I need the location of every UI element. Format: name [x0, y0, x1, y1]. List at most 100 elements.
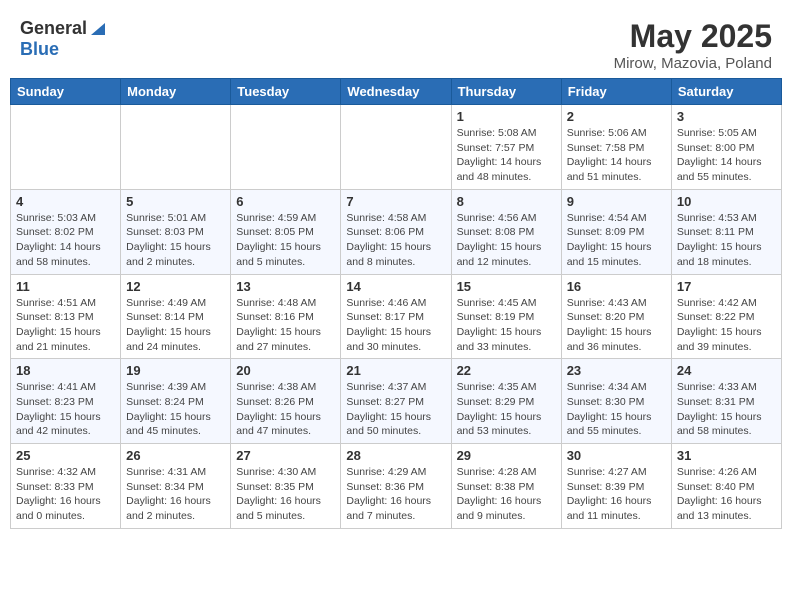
- day-of-week-header: Monday: [121, 79, 231, 105]
- calendar-cell: 20 Sunrise: 4:38 AM Sunset: 8:26 PM Dayli…: [231, 359, 341, 444]
- calendar-cell: [11, 105, 121, 190]
- day-number: 16: [567, 279, 666, 294]
- calendar-cell: 21Sunrise: 4:37 AM Sunset: 8:27 PM Dayli…: [341, 359, 451, 444]
- logo-general: General: [20, 18, 87, 39]
- logo-blue: Blue: [20, 39, 59, 59]
- day-info: Sunrise: 5:03 AM Sunset: 8:02 PM Dayligh…: [16, 211, 115, 270]
- day-number: 2: [567, 109, 666, 124]
- day-info: Sunrise: 4:38 AM Sunset: 8:26 PM Dayligh…: [236, 380, 335, 439]
- day-info: Sunrise: 4:54 AM Sunset: 8:09 PM Dayligh…: [567, 211, 666, 270]
- day-of-week-header: Tuesday: [231, 79, 341, 105]
- day-info: Sunrise: 4:53 AM Sunset: 8:11 PM Dayligh…: [677, 211, 776, 270]
- day-number: 27: [236, 448, 335, 463]
- calendar-cell: 16Sunrise: 4:43 AM Sunset: 8:20 PM Dayli…: [561, 274, 671, 359]
- calendar-cell: 14Sunrise: 4:46 AM Sunset: 8:17 PM Dayli…: [341, 274, 451, 359]
- day-info: Sunrise: 5:06 AM Sunset: 7:58 PM Dayligh…: [567, 126, 666, 185]
- day-number: 15: [457, 279, 556, 294]
- calendar-cell: 22 Sunrise: 4:35 AM Sunset: 8:29 PM Dayli…: [451, 359, 561, 444]
- calendar-cell: 19Sunrise: 4:39 AM Sunset: 8:24 PM Dayli…: [121, 359, 231, 444]
- calendar: SundayMondayTuesdayWednesdayThursdayFrid…: [10, 78, 782, 529]
- calendar-cell: 18 Sunrise: 4:41 AM Sunset: 8:23 PM Dayli…: [11, 359, 121, 444]
- calendar-cell: 7 Sunrise: 4:58 AM Sunset: 8:06 PM Daylig…: [341, 189, 451, 274]
- day-info: Sunrise: 4:59 AM Sunset: 8:05 PM Dayligh…: [236, 211, 335, 270]
- day-info: Sunrise: 4:45 AM Sunset: 8:19 PM Dayligh…: [457, 296, 556, 355]
- day-number: 24: [677, 363, 776, 378]
- day-number: 19: [126, 363, 225, 378]
- day-info: Sunrise: 4:49 AM Sunset: 8:14 PM Dayligh…: [126, 296, 225, 355]
- calendar-cell: [341, 105, 451, 190]
- calendar-cell: 29Sunrise: 4:28 AM Sunset: 8:38 PM Dayli…: [451, 444, 561, 529]
- calendar-cell: 30 Sunrise: 4:27 AM Sunset: 8:39 PM Dayli…: [561, 444, 671, 529]
- day-number: 8: [457, 194, 556, 209]
- title-section: May 2025 Mirow, Mazovia, Poland: [614, 18, 772, 72]
- day-info: Sunrise: 5:05 AM Sunset: 8:00 PM Dayligh…: [677, 126, 776, 185]
- logo-icon: [89, 19, 107, 37]
- day-number: 9: [567, 194, 666, 209]
- day-info: Sunrise: 4:35 AM Sunset: 8:29 PM Dayligh…: [457, 380, 556, 439]
- calendar-week-row: 1 Sunrise: 5:08 AM Sunset: 7:57 PM Daylig…: [11, 105, 782, 190]
- day-number: 11: [16, 279, 115, 294]
- day-info: Sunrise: 4:29 AM Sunset: 8:36 PM Dayligh…: [346, 465, 445, 524]
- calendar-cell: 2 Sunrise: 5:06 AM Sunset: 7:58 PM Daylig…: [561, 105, 671, 190]
- location: Mirow, Mazovia, Poland: [614, 55, 772, 72]
- calendar-cell: 13Sunrise: 4:48 AM Sunset: 8:16 PM Dayli…: [231, 274, 341, 359]
- day-info: Sunrise: 5:08 AM Sunset: 7:57 PM Dayligh…: [457, 126, 556, 185]
- day-number: 18: [16, 363, 115, 378]
- calendar-cell: 25 Sunrise: 4:32 AM Sunset: 8:33 PM Dayli…: [11, 444, 121, 529]
- day-info: Sunrise: 4:51 AM Sunset: 8:13 PM Dayligh…: [16, 296, 115, 355]
- day-number: 12: [126, 279, 225, 294]
- calendar-cell: 6 Sunrise: 4:59 AM Sunset: 8:05 PM Daylig…: [231, 189, 341, 274]
- calendar-body: 1 Sunrise: 5:08 AM Sunset: 7:57 PM Daylig…: [11, 105, 782, 529]
- calendar-cell: 12 Sunrise: 4:49 AM Sunset: 8:14 PM Dayli…: [121, 274, 231, 359]
- day-number: 20: [236, 363, 335, 378]
- calendar-cell: 15 Sunrise: 4:45 AM Sunset: 8:19 PM Dayli…: [451, 274, 561, 359]
- day-number: 22: [457, 363, 556, 378]
- calendar-cell: 27 Sunrise: 4:30 AM Sunset: 8:35 PM Dayli…: [231, 444, 341, 529]
- day-number: 7: [346, 194, 445, 209]
- calendar-week-row: 11 Sunrise: 4:51 AM Sunset: 8:13 PM Dayli…: [11, 274, 782, 359]
- calendar-cell: 23Sunrise: 4:34 AM Sunset: 8:30 PM Dayli…: [561, 359, 671, 444]
- day-info: Sunrise: 4:27 AM Sunset: 8:39 PM Dayligh…: [567, 465, 666, 524]
- day-number: 10: [677, 194, 776, 209]
- calendar-cell: 31Sunrise: 4:26 AM Sunset: 8:40 PM Dayli…: [671, 444, 781, 529]
- day-number: 26: [126, 448, 225, 463]
- calendar-cell: 1 Sunrise: 5:08 AM Sunset: 7:57 PM Daylig…: [451, 105, 561, 190]
- day-number: 17: [677, 279, 776, 294]
- calendar-week-row: 18 Sunrise: 4:41 AM Sunset: 8:23 PM Dayli…: [11, 359, 782, 444]
- calendar-cell: [121, 105, 231, 190]
- day-info: Sunrise: 5:01 AM Sunset: 8:03 PM Dayligh…: [126, 211, 225, 270]
- day-number: 28: [346, 448, 445, 463]
- day-of-week-header: Saturday: [671, 79, 781, 105]
- calendar-week-row: 4 Sunrise: 5:03 AM Sunset: 8:02 PM Daylig…: [11, 189, 782, 274]
- calendar-cell: 24 Sunrise: 4:33 AM Sunset: 8:31 PM Dayli…: [671, 359, 781, 444]
- day-info: Sunrise: 4:41 AM Sunset: 8:23 PM Dayligh…: [16, 380, 115, 439]
- day-of-week-header: Thursday: [451, 79, 561, 105]
- calendar-cell: 10 Sunrise: 4:53 AM Sunset: 8:11 PM Dayli…: [671, 189, 781, 274]
- calendar-cell: 9 Sunrise: 4:54 AM Sunset: 8:09 PM Daylig…: [561, 189, 671, 274]
- day-info: Sunrise: 4:58 AM Sunset: 8:06 PM Dayligh…: [346, 211, 445, 270]
- day-number: 3: [677, 109, 776, 124]
- day-number: 5: [126, 194, 225, 209]
- day-info: Sunrise: 4:46 AM Sunset: 8:17 PM Dayligh…: [346, 296, 445, 355]
- day-number: 31: [677, 448, 776, 463]
- day-number: 13: [236, 279, 335, 294]
- day-of-week-header: Friday: [561, 79, 671, 105]
- day-number: 30: [567, 448, 666, 463]
- month-year: May 2025: [614, 18, 772, 55]
- calendar-cell: 8 Sunrise: 4:56 AM Sunset: 8:08 PM Daylig…: [451, 189, 561, 274]
- calendar-cell: 4 Sunrise: 5:03 AM Sunset: 8:02 PM Daylig…: [11, 189, 121, 274]
- day-info: Sunrise: 4:33 AM Sunset: 8:31 PM Dayligh…: [677, 380, 776, 439]
- day-number: 4: [16, 194, 115, 209]
- calendar-cell: 17Sunrise: 4:42 AM Sunset: 8:22 PM Dayli…: [671, 274, 781, 359]
- header: General Blue May 2025 Mirow, Mazovia, Po…: [10, 10, 782, 78]
- day-number: 25: [16, 448, 115, 463]
- day-number: 6: [236, 194, 335, 209]
- day-number: 23: [567, 363, 666, 378]
- day-info: Sunrise: 4:32 AM Sunset: 8:33 PM Dayligh…: [16, 465, 115, 524]
- calendar-header-row: SundayMondayTuesdayWednesdayThursdayFrid…: [11, 79, 782, 105]
- calendar-cell: 28 Sunrise: 4:29 AM Sunset: 8:36 PM Dayli…: [341, 444, 451, 529]
- day-info: Sunrise: 4:56 AM Sunset: 8:08 PM Dayligh…: [457, 211, 556, 270]
- day-number: 1: [457, 109, 556, 124]
- day-info: Sunrise: 4:30 AM Sunset: 8:35 PM Dayligh…: [236, 465, 335, 524]
- calendar-cell: 26Sunrise: 4:31 AM Sunset: 8:34 PM Dayli…: [121, 444, 231, 529]
